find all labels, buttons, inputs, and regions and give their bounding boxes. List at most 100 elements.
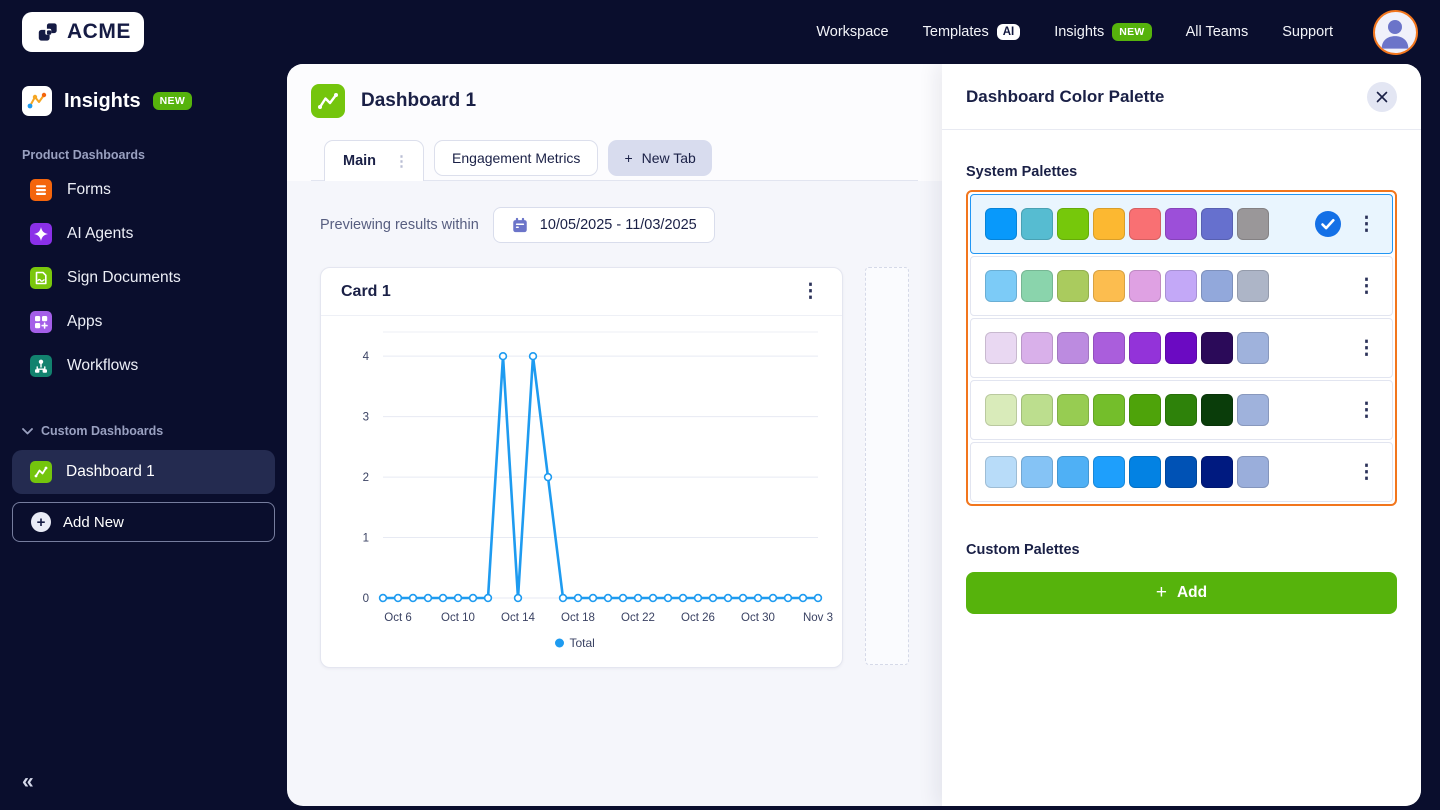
acme-logo[interactable]: ACME [22, 12, 144, 52]
close-panel-button[interactable] [1367, 81, 1397, 112]
palette-row-2[interactable]: ⋮ [970, 256, 1393, 316]
panel-title: Dashboard Color Palette [966, 86, 1165, 106]
color-swatch [1237, 208, 1269, 240]
nav-links: Workspace Templates AI Insights NEW All Te… [816, 9, 1418, 55]
apps-icon [30, 311, 52, 333]
color-swatch [985, 456, 1017, 488]
sidebar-item-label: Forms [67, 181, 111, 198]
color-swatch [1165, 332, 1197, 364]
color-swatch [1057, 270, 1089, 302]
color-swatch [1021, 394, 1053, 426]
card-menu-icon[interactable]: ⋮ [799, 282, 822, 301]
nav-insights[interactable]: Insights NEW [1054, 23, 1152, 41]
color-swatch [1201, 270, 1233, 302]
sidebar-app-title: Insights [64, 89, 141, 112]
sidebar-item-apps[interactable]: Apps [0, 300, 287, 344]
color-swatch [1201, 332, 1233, 364]
palette-menu-icon[interactable]: ⋮ [1355, 339, 1378, 358]
add-new-dashboard-button[interactable]: + Add New [12, 502, 275, 542]
ai-agents-icon [30, 223, 52, 245]
user-avatar[interactable] [1373, 9, 1418, 55]
line-chart: 0 1 2 3 4 Oct 6 Oct 10 Oct 14 Oct 18 Oct 22 Oct 26… [321, 316, 842, 661]
custom-dashboards-toggle[interactable]: Custom Dashboards [22, 424, 287, 438]
chart-card: Card 1 ⋮ 0 1 2 3 4 Oct 6 Oct 10 Oct 14 Oct 18 Oct… [320, 267, 843, 668]
palette-swatches [985, 394, 1269, 426]
color-swatch [1093, 270, 1125, 302]
add-palette-button[interactable]: + Add [966, 572, 1397, 614]
color-swatch [985, 332, 1017, 364]
tab-menu-icon[interactable]: ⋮ [394, 152, 409, 170]
palette-row-3[interactable]: ⋮ [970, 318, 1393, 378]
custom-palettes-label: Custom Palettes [966, 542, 1080, 558]
dashboard-title-icon [311, 84, 345, 118]
color-swatch [1129, 456, 1161, 488]
preview-label: Previewing results within [320, 217, 479, 233]
color-swatch [1093, 332, 1125, 364]
sidebar-item-label: Apps [67, 313, 103, 330]
color-swatch [1237, 270, 1269, 302]
color-swatch [1057, 394, 1089, 426]
nav-all-teams[interactable]: All Teams [1186, 24, 1249, 40]
sidebar-item-label: Dashboard 1 [66, 463, 155, 480]
color-swatch [1165, 208, 1197, 240]
plus-icon: + [1155, 582, 1167, 603]
dashboard-content: Dashboard 1 Main ⋮ Engagement Metrics + … [287, 64, 942, 806]
svg-text:Oct 18: Oct 18 [561, 612, 595, 624]
empty-card-placeholder[interactable] [865, 267, 909, 665]
palette-menu-icon[interactable]: ⋮ [1355, 401, 1378, 420]
new-tab-button[interactable]: + New Tab [608, 140, 712, 176]
sidebar-item-dashboard-1[interactable]: Dashboard 1 [12, 450, 275, 494]
svg-text:1: 1 [363, 533, 369, 545]
svg-text:2: 2 [363, 472, 369, 484]
date-range-picker[interactable]: 10/05/2025 - 11/03/2025 [492, 207, 715, 243]
sidebar-item-workflows[interactable]: Workflows [0, 344, 287, 388]
date-range-value: 10/05/2025 - 11/03/2025 [539, 217, 697, 233]
sidebar-item-label: AI Agents [67, 225, 134, 242]
dashboard-icon [30, 461, 52, 483]
color-palette-panel: Dashboard Color Palette System Palettes … [942, 64, 1421, 806]
system-palettes-group: ⋮ ⋮ ⋮ ⋮ ⋮ [966, 190, 1397, 506]
color-swatch [1093, 394, 1125, 426]
color-swatch [1129, 394, 1161, 426]
svg-text:Oct 22: Oct 22 [621, 612, 655, 624]
svg-text:Oct 30: Oct 30 [741, 612, 775, 624]
sidebar-collapse-button[interactable]: « [22, 770, 34, 794]
palette-row-actions: ⋮ [1315, 211, 1378, 237]
sidebar-section-label: Product Dashboards [22, 148, 145, 162]
color-swatch [1057, 456, 1089, 488]
palette-menu-icon[interactable]: ⋮ [1355, 215, 1378, 234]
tab-engagement-metrics[interactable]: Engagement Metrics [434, 140, 599, 176]
palette-swatches [985, 456, 1269, 488]
svg-text:Oct 26: Oct 26 [681, 612, 715, 624]
palette-row-4[interactable]: ⋮ [970, 380, 1393, 440]
tab-main[interactable]: Main ⋮ [324, 140, 425, 181]
sidebar-app-header: Insights NEW [0, 64, 287, 116]
card-title: Card 1 [341, 282, 391, 300]
palette-row-actions: ⋮ [1355, 401, 1378, 420]
color-swatch [1129, 270, 1161, 302]
palette-row-1[interactable]: ⋮ [970, 194, 1393, 254]
top-navbar: ACME Workspace Templates AI Insights NEW A… [0, 0, 1440, 64]
calendar-icon [513, 217, 527, 233]
color-swatch [1165, 394, 1197, 426]
workflows-icon [30, 355, 52, 377]
nav-support[interactable]: Support [1282, 24, 1333, 40]
color-swatch [1057, 208, 1089, 240]
color-swatch [985, 394, 1017, 426]
palette-row-5[interactable]: ⋮ [970, 442, 1393, 502]
svg-text:Oct 10: Oct 10 [441, 612, 475, 624]
svg-text:0: 0 [363, 593, 369, 605]
nav-templates[interactable]: Templates AI [923, 24, 1021, 40]
nav-workspace[interactable]: Workspace [816, 24, 888, 40]
palette-menu-icon[interactable]: ⋮ [1355, 463, 1378, 482]
sidebar-item-forms[interactable]: Forms [0, 168, 287, 212]
sidebar-item-ai-agents[interactable]: AI Agents [0, 212, 287, 256]
sidebar-item-label: Sign Documents [67, 269, 181, 286]
dashboard-header: Dashboard 1 Main ⋮ Engagement Metrics + … [287, 64, 942, 181]
color-swatch [1129, 208, 1161, 240]
palette-row-actions: ⋮ [1355, 277, 1378, 296]
color-swatch [1237, 456, 1269, 488]
palette-menu-icon[interactable]: ⋮ [1355, 277, 1378, 296]
new-badge: NEW [1112, 23, 1152, 41]
sidebar-item-sign-documents[interactable]: Sign Documents [0, 256, 287, 300]
